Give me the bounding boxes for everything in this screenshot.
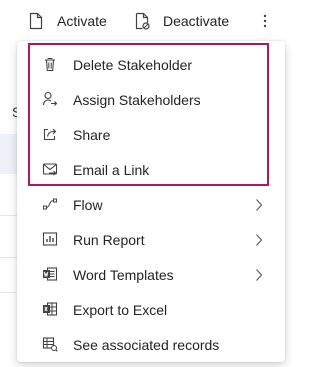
menu-item-label: Run Report [73,231,145,248]
activate-icon [29,12,43,30]
flow-icon [43,198,57,210]
excel-icon [43,302,58,316]
menu-item-label: Delete Stakeholder [73,56,193,73]
menu-item-assign-stakeholders[interactable]: Assign Stakeholders [17,82,285,117]
menu-item-label: See associated records [73,336,220,353]
more-commands-button[interactable] [258,10,272,32]
menu-item-email-a-link[interactable]: Email a Link [17,152,285,187]
chevron-right-icon [256,199,263,211]
deactivate-label: Deactivate [163,13,230,29]
menu-item-label: Share [73,126,111,143]
associated-records-icon [42,337,58,352]
assign-person-icon [42,91,58,106]
overflow-menu: Delete Stakeholder Assign Stakeholders S… [17,41,285,362]
command-bar: Activate Deactivate [0,0,291,42]
deactivate-button[interactable]: Deactivate [134,10,229,32]
activate-button[interactable]: Activate [28,10,107,32]
menu-item-label: Email a Link [73,161,150,178]
more-vertical-icon [263,14,267,28]
delete-icon [45,57,55,72]
menu-item-flow[interactable]: Flow [17,187,285,222]
deactivate-icon [135,12,150,30]
menu-item-delete-stakeholder[interactable]: Delete Stakeholder [17,47,285,82]
share-icon [43,128,57,141]
menu-item-label: Word Templates [73,266,174,283]
menu-item-export-to-excel[interactable]: Export to Excel [17,292,285,327]
chevron-right-icon [256,234,263,246]
report-icon [42,232,58,246]
chevron-right-icon [256,269,263,281]
menu-item-label: Assign Stakeholders [73,91,201,108]
menu-item-see-associated-records[interactable]: See associated records [17,327,285,362]
word-icon [43,267,58,281]
menu-item-word-templates[interactable]: Word Templates [17,257,285,292]
menu-item-label: Export to Excel [73,301,168,318]
activate-label: Activate [57,13,107,29]
menu-item-label: Flow [73,196,103,213]
menu-item-share[interactable]: Share [17,117,285,152]
email-link-icon [42,163,58,176]
menu-item-run-report[interactable]: Run Report [17,222,285,257]
